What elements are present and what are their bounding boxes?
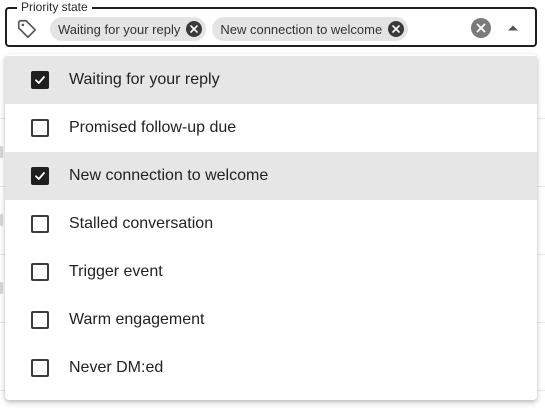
clear-icon[interactable]	[470, 17, 492, 39]
option-label: Stalled conversation	[69, 215, 214, 232]
checkbox-unchecked-icon[interactable]	[31, 215, 49, 233]
option-label: Promised follow-up due	[69, 119, 237, 136]
checkbox-unchecked-icon[interactable]	[31, 311, 49, 329]
chip-delete-icon[interactable]	[186, 21, 203, 37]
checkbox-checked-icon[interactable]	[31, 71, 49, 89]
option-warm-engagement[interactable]: Warm engagement	[5, 296, 537, 344]
options-listbox: Waiting for your reply Promised follow-u…	[5, 54, 537, 400]
option-label: Trigger event	[69, 263, 163, 280]
option-label: New connection to welcome	[69, 167, 269, 184]
checkbox-unchecked-icon[interactable]	[31, 359, 49, 377]
chip-label: Waiting for your reply	[58, 21, 181, 37]
caret-up-icon[interactable]	[502, 17, 524, 39]
chip: Waiting for your reply	[50, 17, 207, 41]
background-row-stub	[0, 214, 3, 226]
option-stalled-conversation[interactable]: Stalled conversation	[5, 200, 537, 248]
option-trigger-event[interactable]: Trigger event	[5, 248, 537, 296]
chip: New connection to welcome	[212, 17, 409, 41]
option-label: Warm engagement	[69, 311, 205, 328]
chip-label: New connection to welcome	[220, 21, 383, 37]
background-row-stub	[0, 146, 3, 158]
option-promised-follow-up-due[interactable]: Promised follow-up due	[5, 104, 537, 152]
tag-icon	[16, 18, 38, 40]
checkbox-checked-icon[interactable]	[31, 167, 49, 185]
checkbox-unchecked-icon[interactable]	[31, 119, 49, 137]
option-waiting-for-your-reply[interactable]: Waiting for your reply	[5, 56, 537, 104]
selected-chips: Waiting for your reply New connection to…	[50, 17, 409, 41]
option-new-connection-to-welcome[interactable]: New connection to welcome	[5, 152, 537, 200]
field-label: Priority state	[17, 0, 92, 15]
checkbox-unchecked-icon[interactable]	[31, 263, 49, 281]
stage: Priority state Waiting for your reply Ne…	[0, 0, 545, 408]
background-row-stub	[0, 282, 3, 294]
chip-delete-icon[interactable]	[388, 21, 405, 37]
priority-state-select[interactable]: Priority state Waiting for your reply Ne…	[5, 0, 537, 47]
option-label: Waiting for your reply	[69, 71, 220, 88]
clear-circle	[471, 18, 491, 38]
option-label: Never DM:ed	[69, 359, 164, 376]
option-never-dmed[interactable]: Never DM:ed	[5, 344, 537, 392]
